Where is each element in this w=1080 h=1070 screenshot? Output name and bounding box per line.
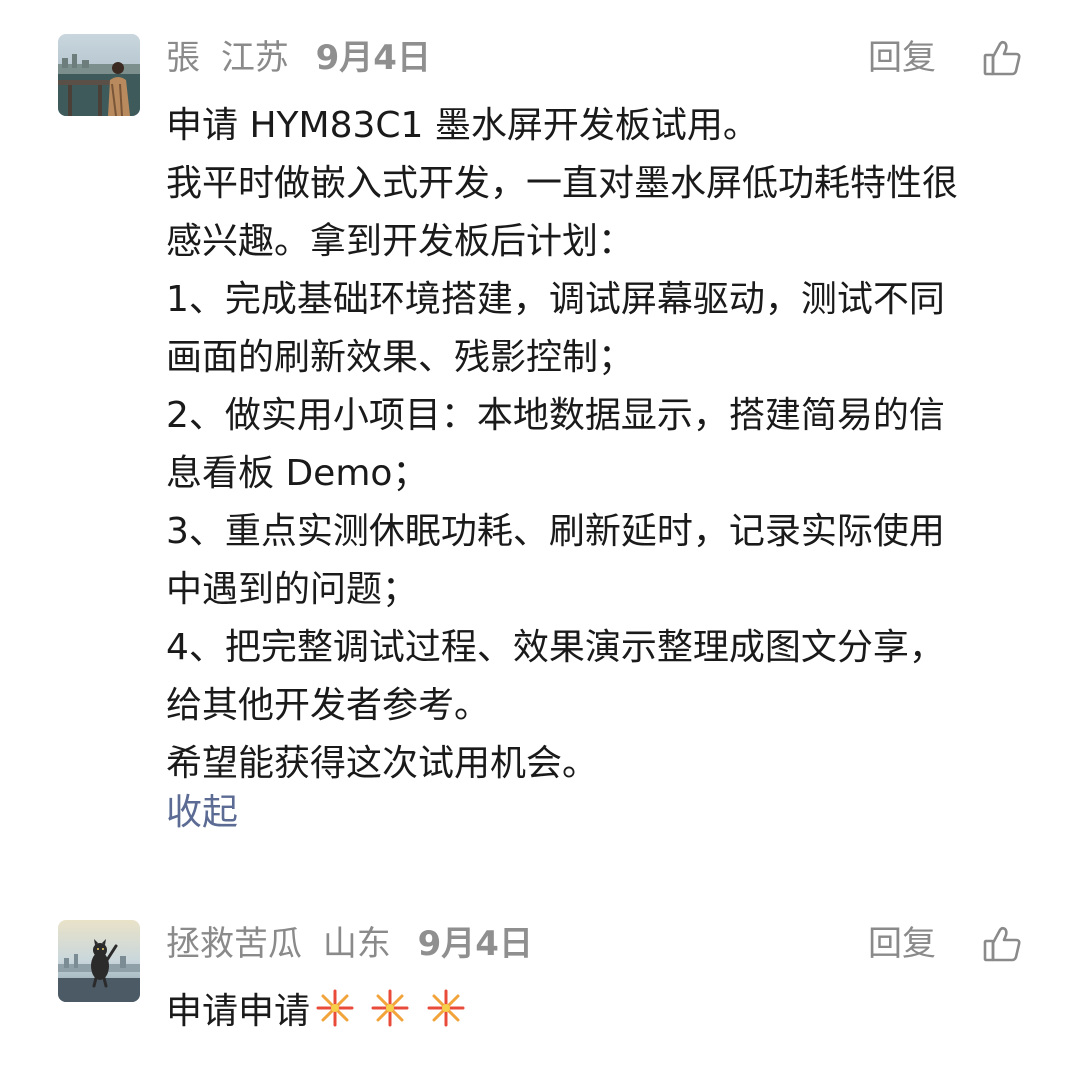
comment-line: 息看板 Demo；	[166, 453, 429, 494]
comment-line: 给其他开发者参考。	[166, 685, 491, 726]
fireworks-icon	[427, 989, 465, 1027]
comment-body: 申请申请	[166, 983, 1026, 1047]
comment-line: 4、把完整调试过程、效果演示整理成图文分享，	[166, 627, 945, 668]
comment-line: 感兴趣。拿到开发板后计划：	[166, 221, 635, 262]
thumbs-up-icon	[983, 40, 1021, 76]
comment-meta: 拯救苦瓜 山东 9月4日	[166, 920, 543, 968]
author-name[interactable]: 張	[166, 38, 200, 78]
comment-line: 申请 HYM83C1 墨水屏开发板试用。	[166, 105, 759, 146]
thumbs-up-icon	[983, 926, 1021, 962]
fireworks-emoji-group	[314, 987, 469, 1047]
comment-text: 申请申请	[166, 991, 311, 1032]
comment-line: 中遇到的问题；	[166, 569, 419, 610]
reply-button[interactable]: 回复	[868, 920, 936, 968]
avatar[interactable]	[58, 920, 140, 1002]
avatar[interactable]	[58, 34, 140, 116]
author-name[interactable]: 拯救苦瓜	[166, 924, 302, 964]
comment-line: 2、做实用小项目：本地数据显示，搭建简易的信	[166, 395, 945, 436]
comment-date: 9月4日	[417, 924, 533, 964]
comment-line: 希望能获得这次试用机会。	[166, 743, 599, 784]
comment-line: 1、完成基础环境搭建，调试屏幕驱动，测试不同	[166, 279, 945, 320]
fireworks-icon	[371, 989, 409, 1027]
collapse-link[interactable]: 收起	[166, 784, 238, 842]
comment-meta: 張 江苏 9月4日	[166, 34, 441, 82]
author-location: 山东	[322, 924, 391, 964]
comment-date: 9月4日	[315, 38, 431, 78]
reply-button[interactable]: 回复	[868, 34, 936, 82]
like-button[interactable]	[982, 38, 1022, 78]
author-location: 江苏	[220, 38, 289, 78]
fireworks-icon	[316, 989, 354, 1027]
comment-line: 画面的刷新效果、残影控制；	[166, 337, 635, 378]
comment-line: 申请申请	[166, 983, 1026, 1047]
comment-line: 我平时做嵌入式开发，一直对墨水屏低功耗特性很	[166, 163, 959, 204]
comment-body: 申请 HYM83C1 墨水屏开发板试用。 我平时做嵌入式开发，一直对墨水屏低功耗…	[166, 97, 1026, 793]
comment-line: 3、重点实测休眠功耗、刷新延时，记录实际使用	[166, 511, 945, 552]
like-button[interactable]	[982, 924, 1022, 964]
